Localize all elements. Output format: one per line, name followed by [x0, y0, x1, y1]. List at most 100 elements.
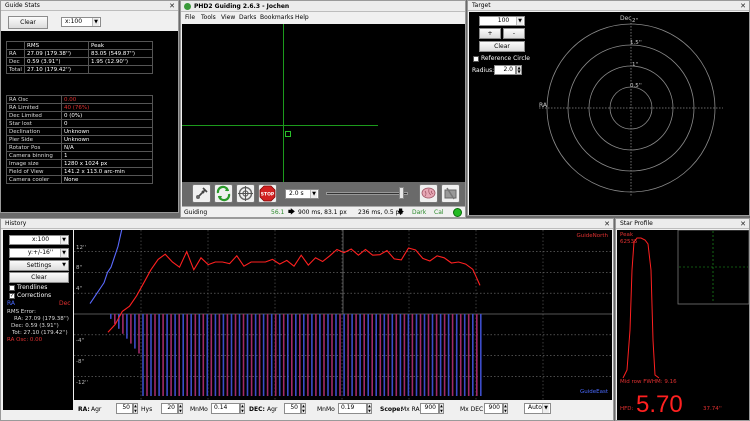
ra-hys-input[interactable]: 20	[161, 403, 178, 414]
hfd-value: 5.70	[636, 391, 683, 418]
scope-label: Scope:	[380, 406, 403, 413]
row-label: Dec	[6, 57, 25, 66]
correction-bar	[371, 314, 373, 396]
history-settings-button[interactable]: Settings ▼	[9, 260, 69, 271]
info-key: RA Osc	[6, 95, 62, 104]
radius-input[interactable]: 2.0	[494, 65, 516, 75]
target-scale-value: 100	[497, 17, 510, 24]
correction-bar	[343, 314, 345, 396]
menu-view[interactable]: View	[221, 14, 235, 21]
status-led-icon	[453, 208, 462, 217]
mx-dec-input[interactable]: 900	[484, 403, 503, 414]
ra-agr-input[interactable]: 50	[116, 403, 133, 414]
radius-value: 2.0	[503, 66, 513, 73]
history-y-scale-value: y:+/-16''	[27, 249, 54, 256]
close-icon[interactable]: ✕	[739, 2, 747, 10]
dec-mode-select[interactable]: Auto ▼	[524, 403, 551, 414]
camera-view[interactable]	[182, 24, 465, 182]
close-icon[interactable]: ✕	[603, 220, 611, 228]
table-row: Declination Unknown	[6, 127, 153, 136]
correction-bar	[415, 314, 418, 396]
target-zoom-out-button[interactable]: -	[503, 28, 525, 39]
gamma-slider-track[interactable]	[326, 192, 408, 195]
gamma-slider-thumb[interactable]	[399, 187, 404, 199]
correction-bar	[190, 314, 192, 396]
stop-button[interactable]: STOP	[258, 184, 277, 203]
correction-bar	[295, 314, 297, 396]
connect-gear-button[interactable]	[192, 184, 211, 203]
status-cal: Cal	[434, 209, 444, 216]
target-zoom-in-button[interactable]: +	[479, 28, 501, 39]
table-row: Camera binning 1	[6, 151, 153, 160]
correction-bar	[274, 314, 277, 396]
guide-stats-clear-button[interactable]: Clear	[8, 16, 48, 29]
dec-params-label: DEC:	[249, 406, 265, 413]
menu-darks[interactable]: Darks	[239, 14, 256, 21]
svg-text:STOP: STOP	[261, 192, 275, 198]
target-scale-select[interactable]: 100 ▼	[479, 16, 525, 26]
history-clear-button[interactable]: Clear	[9, 272, 69, 283]
y-tick-label: 4''	[76, 286, 83, 292]
correction-bar	[234, 314, 237, 396]
dec-agr-input[interactable]: 50	[284, 403, 301, 414]
auto-select-star-button[interactable]	[236, 184, 255, 203]
correction-bar	[319, 314, 321, 396]
chevron-down-icon: ▼	[542, 404, 549, 413]
ra-hys-spinner[interactable]: ▲ ▼	[178, 403, 183, 414]
correction-bar	[351, 314, 353, 396]
history-x-scale-select[interactable]: x:100 ▼	[9, 235, 69, 245]
menu-tools[interactable]: Tools	[201, 14, 216, 21]
close-icon[interactable]: ✕	[168, 2, 176, 10]
menu-help[interactable]: Help	[295, 14, 309, 21]
correction-bar	[451, 314, 454, 396]
correction-bar	[387, 314, 390, 396]
dec-mnmo-input[interactable]: 0.19	[338, 403, 367, 414]
mx-ra-input[interactable]: 900	[420, 403, 439, 414]
loop-button[interactable]	[214, 184, 233, 203]
target-clear-button[interactable]: Clear	[479, 41, 525, 52]
trendlines-checkbox[interactable]	[9, 285, 15, 291]
correction-bar	[472, 314, 474, 396]
brain-button[interactable]	[419, 184, 438, 203]
mx-dec-spinner[interactable]: ▲ ▼	[503, 403, 508, 414]
correction-bar	[198, 314, 201, 396]
ra-agr-spinner[interactable]: ▲ ▼	[133, 403, 138, 414]
dec-mnmo-spinner[interactable]: ▲ ▼	[367, 403, 372, 414]
radius-spinner[interactable]: ▲ ▼	[516, 65, 522, 75]
corrections-checkbox[interactable]: ✓	[9, 293, 15, 299]
dec-agr-spinner[interactable]: ▲ ▼	[301, 403, 306, 414]
table-row: RA Osc 0.00	[6, 95, 153, 104]
table-row: Dec 0.59 (3.91'') 1.95 (12.90'')	[6, 57, 153, 66]
correction-bar	[375, 314, 377, 396]
cam-settings-button[interactable]	[441, 184, 460, 203]
ra-mnmo-input[interactable]: 0.14	[211, 403, 240, 414]
rms-error-title: RMS Error:	[7, 309, 36, 315]
guide-stats-scale-select[interactable]: x:100 ▼	[61, 17, 101, 27]
close-icon[interactable]: ✕	[739, 220, 747, 228]
correction-bar	[287, 314, 289, 396]
history-ra-label: RA	[7, 300, 16, 307]
correction-bar	[467, 314, 470, 396]
reference-circle-checkbox[interactable]	[473, 56, 479, 62]
chevron-down-icon: ▼	[60, 249, 67, 257]
exposure-select[interactable]: 2.0 s ▼	[285, 189, 319, 199]
correction-bar	[206, 314, 209, 396]
menu-bookmarks[interactable]: Bookmarks	[260, 14, 294, 21]
ra-mnmo-spinner[interactable]: ▲ ▼	[240, 403, 245, 414]
correction-bar	[391, 314, 394, 396]
rms-dec-line: Dec: 0.59 (3.91'')	[11, 323, 59, 329]
correction-bar	[480, 314, 482, 396]
correction-bar	[427, 314, 430, 396]
ring-label: 1.5''	[630, 40, 642, 46]
history-y-scale-select[interactable]: y:+/-16'' ▼	[9, 248, 69, 258]
guide-east-label: GuideEast	[579, 389, 608, 395]
correction-bar	[218, 314, 221, 396]
status-mode: Guiding	[184, 209, 208, 216]
correction-bar	[266, 314, 269, 396]
correction-bar	[327, 314, 329, 396]
mx-ra-spinner[interactable]: ▲ ▼	[439, 403, 444, 414]
menu-file[interactable]: File	[185, 14, 195, 21]
correction-bar	[459, 314, 462, 396]
usb-plug-icon	[196, 187, 208, 199]
target-axis-ra-label: RA	[539, 102, 548, 109]
